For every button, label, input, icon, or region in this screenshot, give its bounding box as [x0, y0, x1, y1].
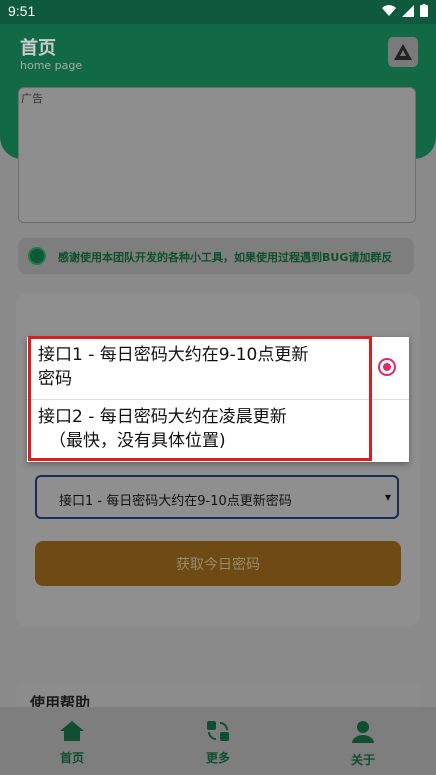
api-dropdown: 接口1 - 每日密码大约在9-10点更新 密码 接口2 - 每日密码大约在凌晨更…	[27, 337, 409, 462]
nav-label-about: 关于	[350, 753, 375, 767]
person-icon	[352, 721, 374, 743]
status-time: 9:51	[8, 3, 36, 19]
battery-icon	[420, 4, 428, 17]
radio-selected-icon[interactable]	[378, 358, 396, 376]
get-password-label: 获取今日密码	[176, 557, 260, 573]
nav-label-more: 更多	[205, 751, 230, 765]
option-api1-line1: 接口1 - 每日密码大约在9-10点更新	[38, 345, 309, 365]
notice-dot-icon	[28, 247, 46, 265]
dropdown-option-api2[interactable]: 接口2 - 每日密码大约在凌晨更新 （最快，没有具体位置)	[27, 399, 409, 462]
dropdown-option-api1[interactable]: 接口1 - 每日密码大约在9-10点更新 密码	[27, 337, 409, 400]
signal-icon	[402, 4, 414, 17]
api-select[interactable]: 接口1 - 每日密码大约在9-10点更新密码 ▾	[35, 475, 399, 519]
option-api2-line1: 接口2 - 每日密码大约在凌晨更新	[38, 407, 287, 427]
app-logo[interactable]	[388, 37, 418, 67]
notice-text: 感谢使用本团队开发的各种小工具，如果使用过程遇到BUG请加群反	[58, 251, 393, 264]
nav-item-more[interactable]: 更多	[178, 721, 258, 766]
chevron-down-icon: ▾	[384, 490, 391, 504]
option-api1-line2: 密码	[38, 369, 72, 389]
nav-item-about[interactable]: 关于	[323, 721, 403, 768]
nav-item-home[interactable]: 首页	[32, 721, 112, 766]
ad-placeholder[interactable]: 广告	[18, 87, 416, 223]
page-title: 首页	[20, 38, 56, 59]
status-icons	[382, 4, 428, 17]
logo-icon	[394, 44, 412, 60]
notice-bar: 感谢使用本团队开发的各种小工具，如果使用过程遇到BUG请加群反	[18, 238, 414, 274]
page-subtitle: home page	[20, 59, 83, 72]
ad-alt-text: 广告	[21, 92, 43, 105]
status-bar: 9:51	[0, 0, 436, 24]
wifi-icon	[382, 4, 396, 16]
nav-label-home: 首页	[59, 751, 84, 765]
api-select-value: 接口1 - 每日密码大约在9-10点更新密码	[59, 494, 292, 509]
bottom-nav: 首页 更多 关于	[0, 707, 436, 775]
more-icon	[207, 721, 229, 741]
home-icon	[60, 721, 84, 741]
option-api2-line2: （最快，没有具体位置)	[49, 431, 226, 451]
get-password-button[interactable]: 获取今日密码	[35, 541, 401, 586]
